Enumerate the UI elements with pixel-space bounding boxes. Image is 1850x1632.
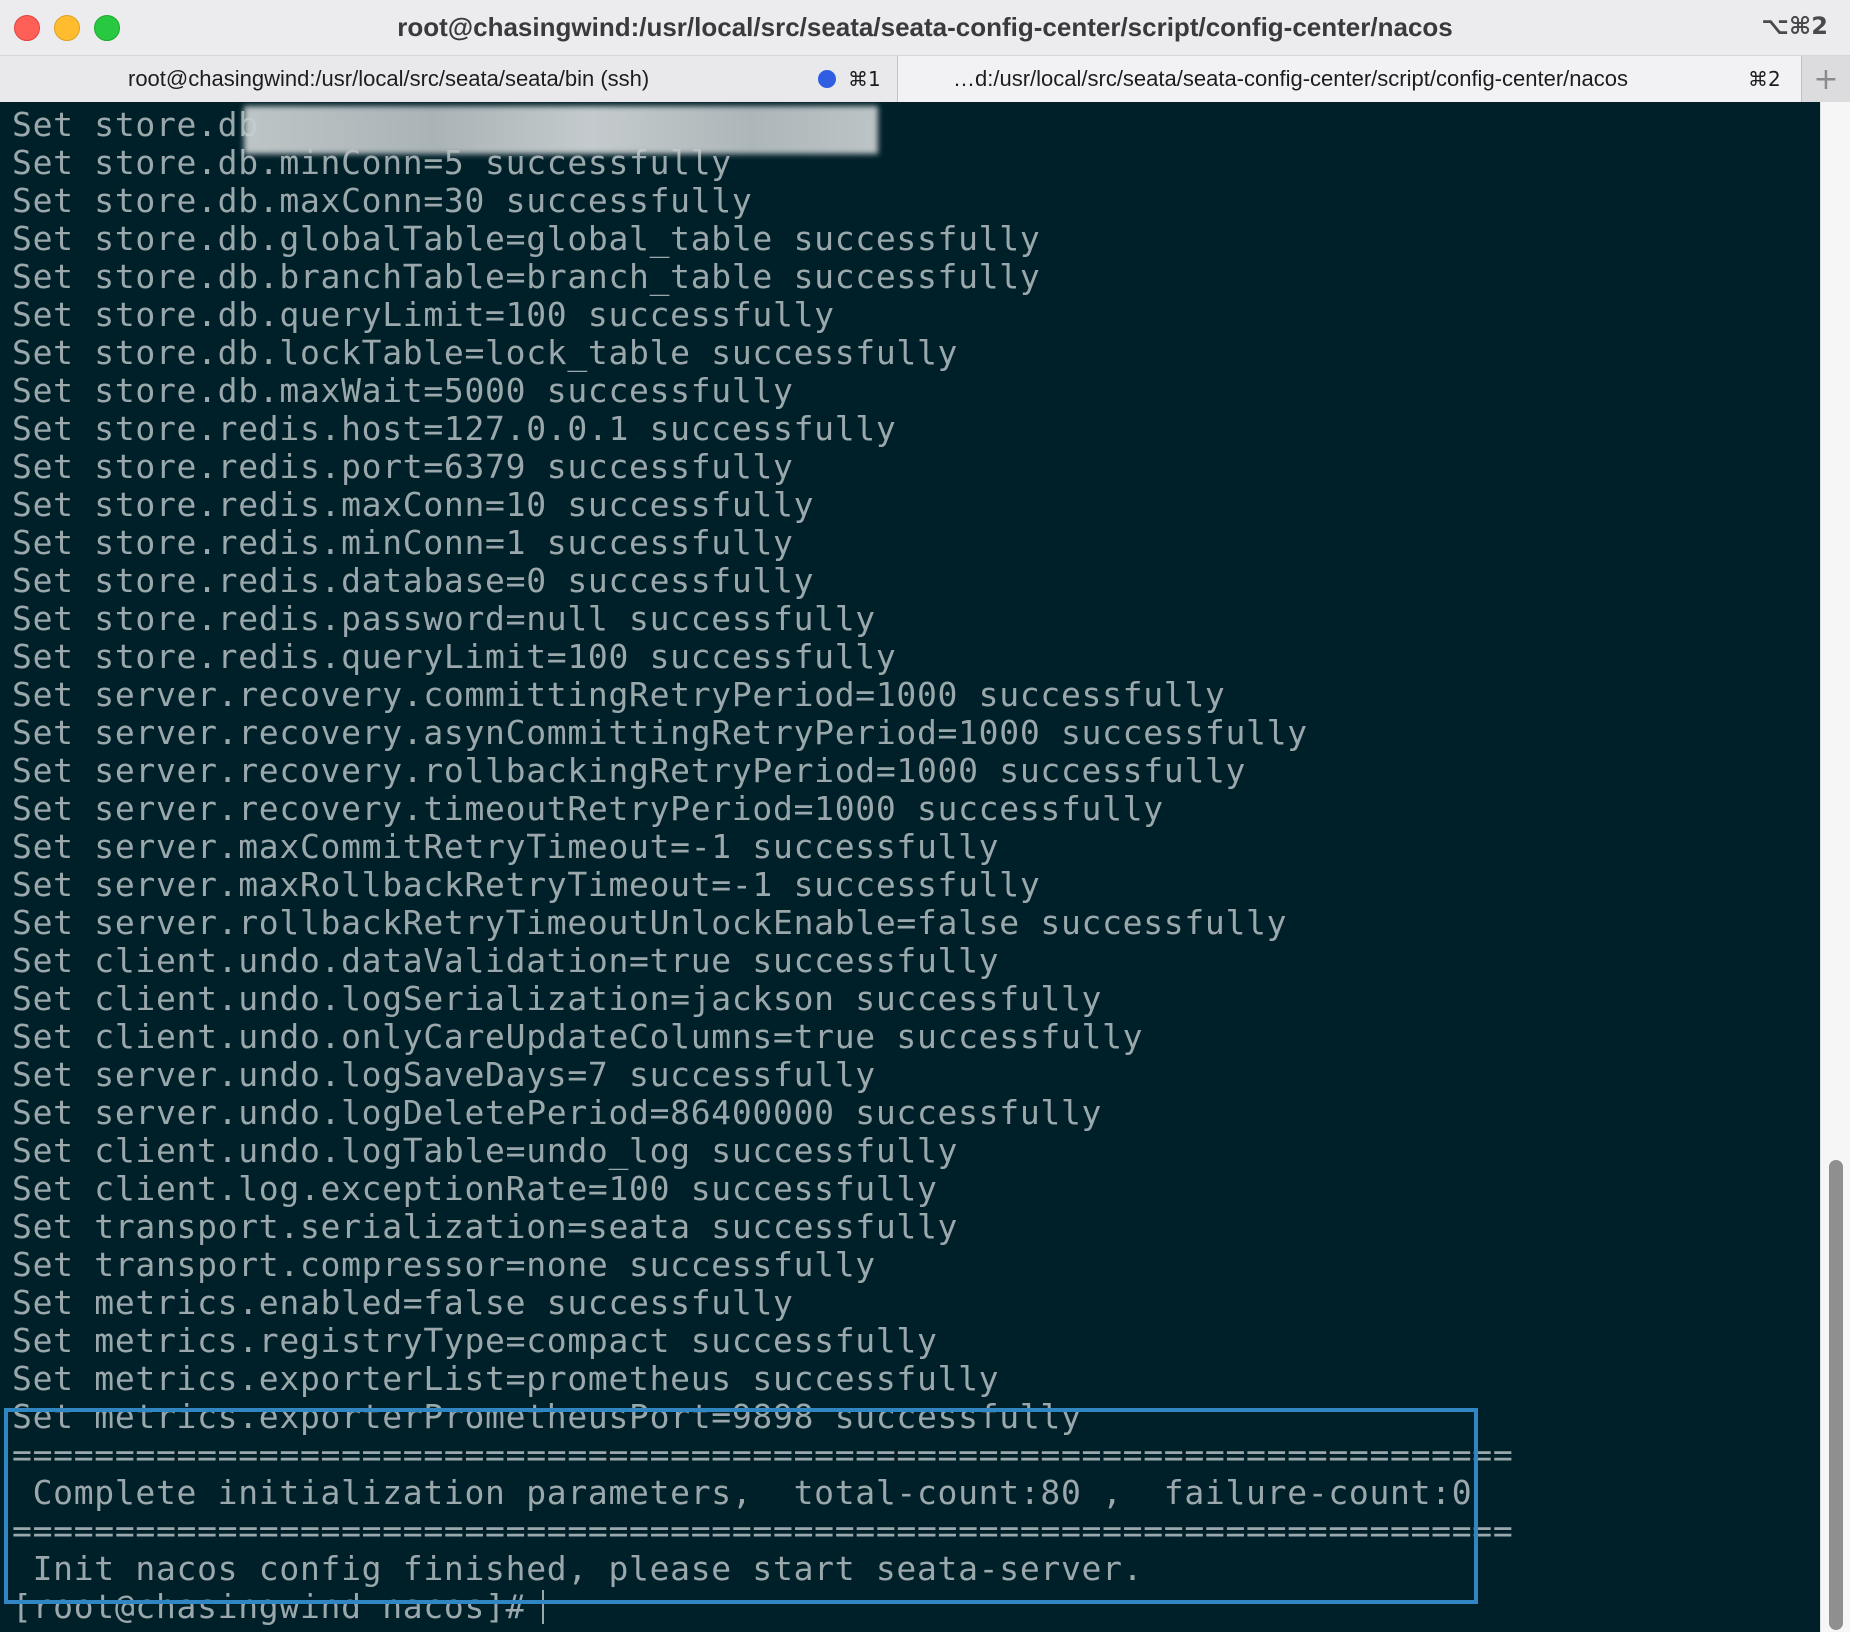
terminal-line: Set client.undo.logTable=undo_log succes… (12, 1131, 959, 1170)
terminal-line: Set server.recovery.rollbackingRetryPeri… (12, 751, 1247, 790)
tab-label: …d:/usr/local/src/seata/seata-config-cen… (953, 66, 1633, 91)
terminal-line: Set store.redis.port=6379 successfully (12, 447, 794, 486)
terminal-line: Set store.redis.host=127.0.0.1 successfu… (12, 409, 897, 448)
tab-shortcut: ⌘1 (848, 67, 881, 91)
tab-label: root@chasingwind:/usr/local/src/seata/se… (128, 66, 650, 91)
separator-line: ========================================… (12, 1511, 1514, 1550)
tab-bar: root@chasingwind:/usr/local/src/seata/se… (0, 56, 1850, 102)
terminal-line: Set store.db.globalTable=global_table su… (12, 219, 1041, 258)
separator-line: ========================================… (12, 1435, 1514, 1474)
terminal-line: Set client.undo.logSerialization=jackson… (12, 979, 1103, 1018)
shell-prompt: [root@chasingwind nacos]# (12, 1587, 527, 1626)
terminal-line: Set server.maxCommitRetryTimeout=-1 succ… (12, 827, 1000, 866)
terminal-line: Set client.undo.dataValidation=true succ… (12, 941, 1000, 980)
terminal-line: Set store.db (12, 105, 259, 144)
scrollbar[interactable] (1820, 102, 1850, 1632)
summary-line: Complete initialization parameters, tota… (12, 1473, 1473, 1512)
terminal-line: Set store.db.branchTable=branch_table su… (12, 257, 1041, 296)
terminal-line: Set store.db.lockTable=lock_table succes… (12, 333, 959, 372)
tab-nacos[interactable]: …d:/usr/local/src/seata/seata-config-cen… (898, 56, 1802, 102)
shell-prompt-line[interactable]: [root@chasingwind nacos]# (12, 1587, 545, 1626)
terminal-line: Set store.db.queryLimit=100 successfully (12, 295, 835, 334)
terminal-line: Set server.recovery.asynCommittingRetryP… (12, 713, 1308, 752)
terminal-line: Set metrics.exporterList=prometheus succ… (12, 1359, 1000, 1398)
terminal-line: Set server.undo.logDeletePeriod=86400000… (12, 1093, 1103, 1132)
terminal-line: Set transport.compressor=none successful… (12, 1245, 876, 1284)
terminal-line: Set server.undo.logSaveDays=7 successful… (12, 1055, 876, 1094)
terminal-line: Set store.redis.queryLimit=100 successfu… (12, 637, 897, 676)
terminal-line: Set transport.serialization=seata succes… (12, 1207, 959, 1246)
minimize-window-button[interactable] (54, 15, 80, 41)
tab-shortcut: ⌘2 (1748, 67, 1781, 91)
tab-seata-bin[interactable]: root@chasingwind:/usr/local/src/seata/se… (0, 56, 898, 102)
terminal-line: Set client.undo.onlyCareUpdateColumns=tr… (12, 1017, 1144, 1056)
terminal-line: Set store.redis.password=null successful… (12, 599, 876, 638)
terminal-line: Set store.db.maxConn=30 successfully (12, 181, 753, 220)
terminal-window: root@chasingwind:/usr/local/src/seata/se… (0, 0, 1850, 1632)
terminal-line: Set store.redis.maxConn=10 successfully (12, 485, 815, 524)
terminal-output[interactable]: Set store.db Set store.db.minConn=5 succ… (0, 102, 1820, 1632)
terminal-line: Set client.log.exceptionRate=100 success… (12, 1169, 938, 1208)
redacted-blur (244, 106, 878, 154)
title-bar: root@chasingwind:/usr/local/src/seata/se… (0, 0, 1850, 56)
terminal-line: Set server.recovery.timeoutRetryPeriod=1… (12, 789, 1164, 828)
close-window-button[interactable] (14, 15, 40, 41)
terminal-line: Set store.db.maxWait=5000 successfully (12, 371, 794, 410)
terminal-line: Set metrics.exporterPrometheusPort=9898 … (12, 1397, 1082, 1436)
window-shortcut: ⌥⌘2 (1761, 12, 1828, 40)
terminal-line: Set server.rollbackRetryTimeoutUnlockEna… (12, 903, 1288, 942)
zoom-window-button[interactable] (94, 15, 120, 41)
terminal-line: Set metrics.registryType=compact success… (12, 1321, 938, 1360)
terminal-line: Set server.recovery.committingRetryPerio… (12, 675, 1226, 714)
scrollbar-thumb[interactable] (1829, 1160, 1843, 1630)
terminal-line: Set metrics.enabled=false successfully (12, 1283, 794, 1322)
terminal-line: Set store.redis.database=0 successfully (12, 561, 815, 600)
new-tab-button[interactable]: + (1802, 56, 1850, 102)
text-cursor (542, 1590, 545, 1624)
window-title: root@chasingwind:/usr/local/src/seata/se… (397, 12, 1453, 42)
finished-message: Init nacos config finished, please start… (12, 1549, 1144, 1588)
terminal-line: Set store.redis.minConn=1 successfully (12, 523, 794, 562)
terminal-line: Set server.maxRollbackRetryTimeout=-1 su… (12, 865, 1041, 904)
activity-dot-icon (818, 70, 836, 88)
